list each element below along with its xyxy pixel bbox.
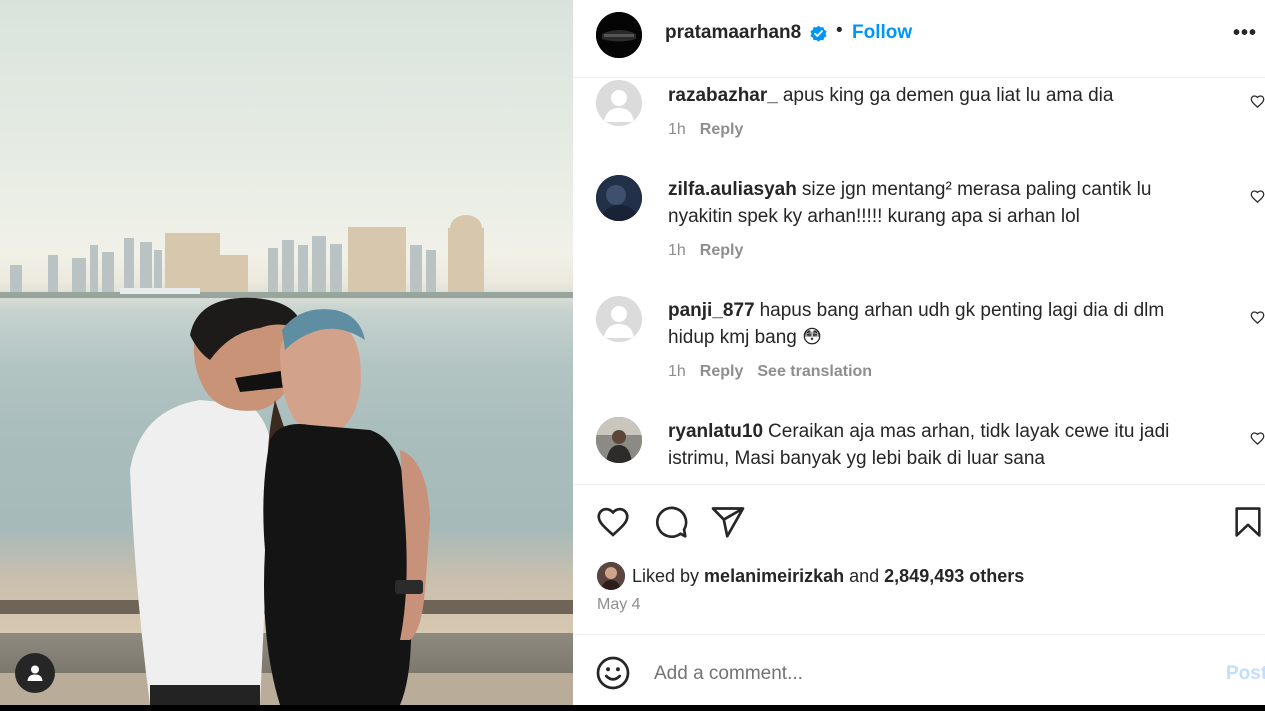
default-avatar-icon	[596, 296, 642, 342]
comment-meta: 1h Reply	[668, 242, 757, 260]
heart-icon[interactable]	[595, 504, 631, 540]
post-photo[interactable]	[0, 0, 573, 705]
follow-button[interactable]: Follow	[852, 22, 912, 44]
comment-text: ryanlatu10 Ceraikan aja mas arhan, tidk l…	[668, 418, 1213, 472]
comment-meta: 1h Reply	[668, 121, 757, 139]
comment-item: razabazhar_ apus king ga demen gua liat l…	[573, 79, 1265, 174]
commenter-avatar[interactable]	[596, 175, 642, 221]
heart-icon[interactable]	[1250, 189, 1265, 204]
avatar-image	[596, 175, 642, 221]
see-translation-button[interactable]: See translation	[757, 363, 872, 380]
comment-time: 1h	[668, 121, 686, 138]
avatar-image	[597, 562, 625, 590]
likes-text: Liked by melanimeirizkah and 2,849,493 othe…	[632, 566, 1029, 587]
likes-prefix: Liked by	[632, 565, 700, 586]
couple-illustration	[130, 297, 430, 705]
verified-badge-icon	[810, 25, 827, 42]
heart-icon[interactable]	[1250, 310, 1265, 325]
avatar-image	[596, 417, 642, 463]
comment-text: razabazhar_ apus king ga demen gua liat l…	[668, 82, 1213, 109]
post-header: pratamaarhan8 • Follow •••	[573, 0, 1265, 78]
comment-icon[interactable]	[653, 504, 689, 540]
comment-item: ryanlatu10 Ceraikan aja mas arhan, tidk l…	[573, 416, 1265, 484]
comment-meta: 1h Reply See translation	[668, 363, 886, 381]
share-icon[interactable]	[710, 504, 746, 540]
bookmark-icon[interactable]	[1231, 504, 1265, 540]
comment-item: zilfa.auliasyah size jgn mentang² merasa …	[573, 174, 1265, 294]
reply-button[interactable]: Reply	[700, 242, 744, 259]
heart-icon[interactable]	[1250, 94, 1265, 109]
emoji-icon[interactable]	[595, 655, 631, 691]
comment-body: apus king ga demen gua liat lu ama dia	[782, 85, 1114, 106]
commenter-avatar[interactable]	[596, 296, 642, 342]
comment-text: zilfa.auliasyah size jgn mentang² merasa …	[668, 176, 1213, 230]
comment-username[interactable]: panji_877	[668, 300, 755, 321]
comment-username[interactable]: zilfa.auliasyah	[668, 179, 797, 200]
liker-username[interactable]: melanimeirizkah	[704, 566, 844, 586]
bottom-edge	[0, 705, 1265, 711]
author-avatar[interactable]	[596, 12, 642, 58]
comment-item: panji_877 hapus bang arhan udh gk penting…	[573, 295, 1265, 415]
post-details-panel: pratamaarhan8 • Follow ••• razabazhar_ ap…	[573, 0, 1265, 705]
default-avatar-icon	[596, 80, 642, 126]
author-username[interactable]: pratamaarhan8	[665, 22, 801, 44]
heart-icon[interactable]	[1250, 431, 1265, 446]
add-comment-bar: Post	[573, 634, 1265, 705]
commenter-avatar[interactable]	[596, 417, 642, 463]
liker-avatar[interactable]	[597, 562, 625, 590]
post-date[interactable]: May 4	[597, 596, 641, 614]
comment-time: 1h	[668, 242, 686, 259]
reply-button[interactable]: Reply	[700, 363, 744, 380]
comment-time: 1h	[668, 363, 686, 380]
tagged-user-button[interactable]	[15, 653, 55, 693]
comment-text: panji_877 hapus bang arhan udh gk penting…	[668, 297, 1213, 351]
comment-username[interactable]: ryanlatu10	[668, 421, 763, 442]
likes-conjunction: and	[849, 565, 880, 586]
commenter-avatar[interactable]	[596, 80, 642, 126]
comments-list[interactable]: razabazhar_ apus king ga demen gua liat l…	[573, 79, 1265, 485]
likes-summary: Liked by melanimeirizkah and 2,849,493 othe…	[597, 562, 1029, 590]
avatar-image	[596, 12, 642, 58]
comment-username[interactable]: razabazhar_	[668, 85, 778, 106]
reply-button[interactable]: Reply	[700, 121, 744, 138]
post-button[interactable]: Post	[1226, 663, 1265, 685]
more-options-button[interactable]: •••	[1233, 22, 1257, 45]
likes-count[interactable]: 2,849,493 others	[884, 566, 1024, 586]
comment-input[interactable]	[654, 657, 1214, 691]
post-actions	[573, 500, 1265, 544]
header-separator: •	[836, 20, 843, 41]
user-icon	[27, 665, 43, 681]
